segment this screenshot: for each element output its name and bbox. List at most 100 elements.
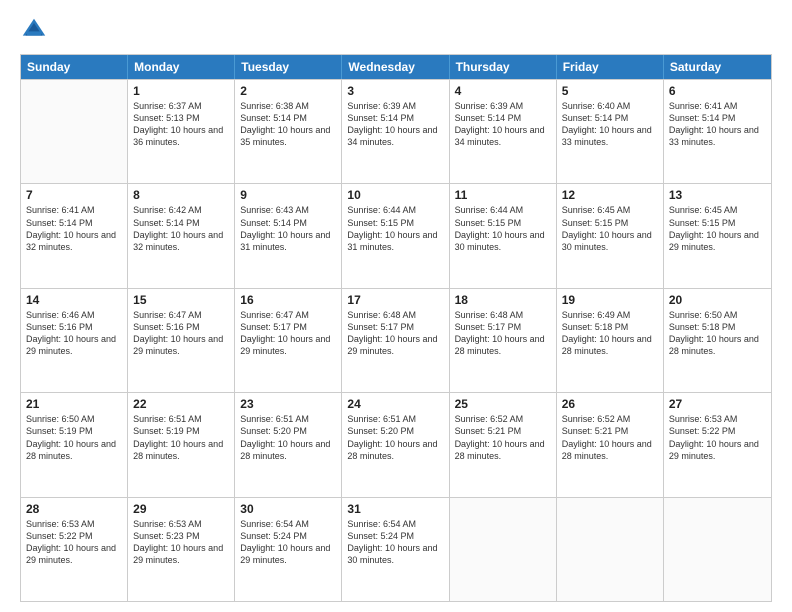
day-number: 28 xyxy=(26,502,122,516)
day-cell-7: 7 Sunrise: 6:41 AM Sunset: 5:14 PM Daylig… xyxy=(21,184,128,287)
day-detail: Sunrise: 6:39 AM Sunset: 5:14 PM Dayligh… xyxy=(455,100,551,149)
day-detail: Sunrise: 6:51 AM Sunset: 5:20 PM Dayligh… xyxy=(347,413,443,462)
day-number: 24 xyxy=(347,397,443,411)
day-number: 27 xyxy=(669,397,766,411)
day-cell-25: 25 Sunrise: 6:52 AM Sunset: 5:21 PM Dayli… xyxy=(450,393,557,496)
day-number: 12 xyxy=(562,188,658,202)
day-number: 11 xyxy=(455,188,551,202)
day-cell-20: 20Sunrise: 6:50 AM Sunset: 5:18 PM Dayli… xyxy=(664,289,771,392)
day-detail: Sunrise: 6:43 AM Sunset: 5:14 PM Dayligh… xyxy=(240,204,336,253)
day-number: 16 xyxy=(240,293,336,307)
day-cell-4: 4 Sunrise: 6:39 AM Sunset: 5:14 PM Daylig… xyxy=(450,80,557,183)
calendar-header: SundayMondayTuesdayWednesdayThursdayFrid… xyxy=(21,55,771,79)
day-number: 29 xyxy=(133,502,229,516)
day-detail: Sunrise: 6:40 AM Sunset: 5:14 PM Dayligh… xyxy=(562,100,658,149)
weekday-header-wednesday: Wednesday xyxy=(342,55,449,79)
day-cell-29: 29 Sunrise: 6:53 AM Sunset: 5:23 PM Dayli… xyxy=(128,498,235,601)
empty-cell xyxy=(450,498,557,601)
day-cell-14: 14Sunrise: 6:46 AM Sunset: 5:16 PM Dayli… xyxy=(21,289,128,392)
day-cell-8: 8Sunrise: 6:42 AM Sunset: 5:14 PM Daylig… xyxy=(128,184,235,287)
day-cell-5: 5 Sunrise: 6:40 AM Sunset: 5:14 PM Daylig… xyxy=(557,80,664,183)
day-number: 1 xyxy=(133,84,229,98)
day-number: 15 xyxy=(133,293,229,307)
day-number: 23 xyxy=(240,397,336,411)
weekday-header-saturday: Saturday xyxy=(664,55,771,79)
day-number: 10 xyxy=(347,188,443,202)
calendar-row-3: 14Sunrise: 6:46 AM Sunset: 5:16 PM Dayli… xyxy=(21,288,771,392)
day-detail: Sunrise: 6:50 AM Sunset: 5:19 PM Dayligh… xyxy=(26,413,122,462)
day-cell-30: 30Sunrise: 6:54 AM Sunset: 5:24 PM Dayli… xyxy=(235,498,342,601)
day-detail: Sunrise: 6:49 AM Sunset: 5:18 PM Dayligh… xyxy=(562,309,658,358)
weekday-header-thursday: Thursday xyxy=(450,55,557,79)
day-detail: Sunrise: 6:54 AM Sunset: 5:24 PM Dayligh… xyxy=(347,518,443,567)
calendar-row-2: 7 Sunrise: 6:41 AM Sunset: 5:14 PM Daylig… xyxy=(21,183,771,287)
logo xyxy=(20,16,52,44)
calendar-body: 1Sunrise: 6:37 AM Sunset: 5:13 PM Daylig… xyxy=(21,79,771,601)
day-detail: Sunrise: 6:54 AM Sunset: 5:24 PM Dayligh… xyxy=(240,518,336,567)
day-number: 4 xyxy=(455,84,551,98)
day-number: 7 xyxy=(26,188,122,202)
calendar: SundayMondayTuesdayWednesdayThursdayFrid… xyxy=(20,54,772,602)
day-detail: Sunrise: 6:51 AM Sunset: 5:19 PM Dayligh… xyxy=(133,413,229,462)
weekday-header-sunday: Sunday xyxy=(21,55,128,79)
header xyxy=(20,16,772,44)
weekday-header-tuesday: Tuesday xyxy=(235,55,342,79)
day-cell-22: 22 Sunrise: 6:51 AM Sunset: 5:19 PM Dayli… xyxy=(128,393,235,496)
page: SundayMondayTuesdayWednesdayThursdayFrid… xyxy=(0,0,792,612)
day-detail: Sunrise: 6:48 AM Sunset: 5:17 PM Dayligh… xyxy=(455,309,551,358)
day-number: 13 xyxy=(669,188,766,202)
day-cell-13: 13 Sunrise: 6:45 AM Sunset: 5:15 PM Dayli… xyxy=(664,184,771,287)
day-number: 2 xyxy=(240,84,336,98)
day-cell-3: 3 Sunrise: 6:39 AM Sunset: 5:14 PM Daylig… xyxy=(342,80,449,183)
day-detail: Sunrise: 6:41 AM Sunset: 5:14 PM Dayligh… xyxy=(26,204,122,253)
day-number: 8 xyxy=(133,188,229,202)
day-cell-26: 26 Sunrise: 6:52 AM Sunset: 5:21 PM Dayli… xyxy=(557,393,664,496)
day-cell-21: 21 Sunrise: 6:50 AM Sunset: 5:19 PM Dayli… xyxy=(21,393,128,496)
day-detail: Sunrise: 6:50 AM Sunset: 5:18 PM Dayligh… xyxy=(669,309,766,358)
day-number: 25 xyxy=(455,397,551,411)
day-detail: Sunrise: 6:53 AM Sunset: 5:23 PM Dayligh… xyxy=(133,518,229,567)
logo-icon xyxy=(20,16,48,44)
day-cell-11: 11Sunrise: 6:44 AM Sunset: 5:15 PM Dayli… xyxy=(450,184,557,287)
day-number: 9 xyxy=(240,188,336,202)
day-detail: Sunrise: 6:52 AM Sunset: 5:21 PM Dayligh… xyxy=(455,413,551,462)
empty-cell xyxy=(557,498,664,601)
day-cell-18: 18 Sunrise: 6:48 AM Sunset: 5:17 PM Dayli… xyxy=(450,289,557,392)
calendar-row-4: 21 Sunrise: 6:50 AM Sunset: 5:19 PM Dayli… xyxy=(21,392,771,496)
day-detail: Sunrise: 6:47 AM Sunset: 5:17 PM Dayligh… xyxy=(240,309,336,358)
day-number: 18 xyxy=(455,293,551,307)
day-detail: Sunrise: 6:44 AM Sunset: 5:15 PM Dayligh… xyxy=(347,204,443,253)
day-cell-10: 10 Sunrise: 6:44 AM Sunset: 5:15 PM Dayli… xyxy=(342,184,449,287)
day-number: 26 xyxy=(562,397,658,411)
weekday-header-friday: Friday xyxy=(557,55,664,79)
weekday-header-monday: Monday xyxy=(128,55,235,79)
empty-cell xyxy=(21,80,128,183)
day-cell-12: 12Sunrise: 6:45 AM Sunset: 5:15 PM Dayli… xyxy=(557,184,664,287)
day-number: 21 xyxy=(26,397,122,411)
day-detail: Sunrise: 6:53 AM Sunset: 5:22 PM Dayligh… xyxy=(669,413,766,462)
day-cell-9: 9 Sunrise: 6:43 AM Sunset: 5:14 PM Daylig… xyxy=(235,184,342,287)
day-detail: Sunrise: 6:41 AM Sunset: 5:14 PM Dayligh… xyxy=(669,100,766,149)
empty-cell xyxy=(664,498,771,601)
day-number: 3 xyxy=(347,84,443,98)
day-detail: Sunrise: 6:39 AM Sunset: 5:14 PM Dayligh… xyxy=(347,100,443,149)
day-number: 6 xyxy=(669,84,766,98)
day-detail: Sunrise: 6:46 AM Sunset: 5:16 PM Dayligh… xyxy=(26,309,122,358)
day-detail: Sunrise: 6:52 AM Sunset: 5:21 PM Dayligh… xyxy=(562,413,658,462)
day-cell-6: 6 Sunrise: 6:41 AM Sunset: 5:14 PM Daylig… xyxy=(664,80,771,183)
day-cell-17: 17Sunrise: 6:48 AM Sunset: 5:17 PM Dayli… xyxy=(342,289,449,392)
day-detail: Sunrise: 6:53 AM Sunset: 5:22 PM Dayligh… xyxy=(26,518,122,567)
day-cell-1: 1Sunrise: 6:37 AM Sunset: 5:13 PM Daylig… xyxy=(128,80,235,183)
day-cell-31: 31 Sunrise: 6:54 AM Sunset: 5:24 PM Dayli… xyxy=(342,498,449,601)
day-number: 19 xyxy=(562,293,658,307)
day-number: 22 xyxy=(133,397,229,411)
day-number: 5 xyxy=(562,84,658,98)
day-cell-19: 19 Sunrise: 6:49 AM Sunset: 5:18 PM Dayli… xyxy=(557,289,664,392)
day-cell-2: 2Sunrise: 6:38 AM Sunset: 5:14 PM Daylig… xyxy=(235,80,342,183)
day-cell-24: 24 Sunrise: 6:51 AM Sunset: 5:20 PM Dayli… xyxy=(342,393,449,496)
day-detail: Sunrise: 6:47 AM Sunset: 5:16 PM Dayligh… xyxy=(133,309,229,358)
calendar-row-5: 28 Sunrise: 6:53 AM Sunset: 5:22 PM Dayli… xyxy=(21,497,771,601)
day-number: 31 xyxy=(347,502,443,516)
day-detail: Sunrise: 6:45 AM Sunset: 5:15 PM Dayligh… xyxy=(669,204,766,253)
day-cell-23: 23Sunrise: 6:51 AM Sunset: 5:20 PM Dayli… xyxy=(235,393,342,496)
